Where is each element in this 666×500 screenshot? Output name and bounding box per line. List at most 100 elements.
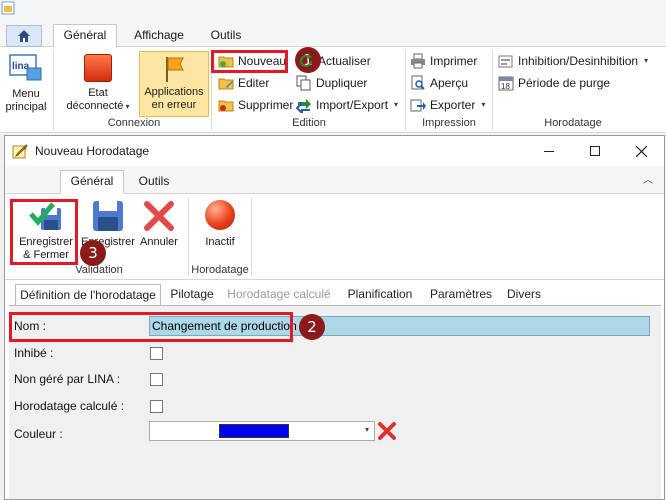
- home-icon: [18, 30, 30, 42]
- supprimer-button[interactable]: Supprimer: [218, 95, 298, 115]
- print-preview-icon: [410, 75, 426, 91]
- annotation-badge-2: 2: [299, 314, 325, 340]
- menu-principal-label-1: Menu: [12, 88, 40, 100]
- applications-en-erreur-button[interactable]: Applications en erreur: [139, 51, 209, 117]
- clear-x-icon: [378, 422, 396, 440]
- supprimer-label: Supprimer: [238, 98, 294, 112]
- cancel-button[interactable]: Annuler: [137, 200, 181, 250]
- inhibition-icon: [498, 53, 514, 69]
- non-gere-checkbox[interactable]: [150, 373, 163, 386]
- inhibition-label: Inhibition/Desinhibition: [518, 54, 639, 68]
- exporter-label: Exporter: [430, 98, 476, 112]
- etat-label-2-row: déconnecté ▾: [60, 100, 136, 113]
- periode-label: Période de purge: [518, 76, 611, 90]
- printer-icon: [410, 53, 426, 69]
- dialog-tab-general[interactable]: Général: [60, 170, 124, 194]
- app-tab-outils[interactable]: Outils: [200, 25, 252, 47]
- couleur-label: Couleur :: [14, 427, 63, 441]
- dropdown-arrow-icon: ▾: [394, 100, 399, 109]
- dialog-tab-outils[interactable]: Outils: [129, 171, 179, 193]
- highlight-nouveau: [211, 50, 288, 73]
- apercu-label: Aperçu: [430, 76, 469, 90]
- non-gere-label: Non géré par LINA :: [14, 372, 121, 386]
- apps-label-1: Applications: [144, 86, 204, 98]
- couleur-select[interactable]: ▾: [149, 421, 375, 441]
- form-tab-definition[interactable]: Définition de l'horodatage: [15, 284, 161, 307]
- form-tab-parametres[interactable]: Paramètres: [425, 284, 497, 306]
- annotation-badge-3: 3: [80, 240, 106, 266]
- group-separator: [53, 50, 54, 130]
- inactif-button[interactable]: Inactif: [191, 200, 249, 250]
- exporter-button[interactable]: Exporter ▾: [410, 95, 490, 115]
- couleur-swatch: [219, 424, 289, 438]
- maximize-icon: [590, 146, 600, 156]
- group-title-edition: Edition: [292, 117, 326, 129]
- actualiser-label: Actualiser: [318, 54, 371, 68]
- edit-folder-icon: [218, 75, 234, 91]
- app-icon: [1, 1, 15, 15]
- group-title-horodatage: Horodatage: [544, 117, 602, 129]
- highlight-nom: [9, 312, 293, 342]
- minimize-icon: [544, 150, 554, 152]
- editer-label: Editer: [238, 76, 270, 90]
- calendar-day: 18: [501, 82, 510, 91]
- cancel-x-icon: [143, 200, 175, 232]
- group-title-horodatage-dialog: Horodatage: [191, 264, 249, 276]
- export-icon: [410, 97, 426, 113]
- app-tab-general[interactable]: Général: [53, 24, 117, 48]
- inhibe-label: Inhibé :: [14, 346, 54, 360]
- import-export-label: Import/Export: [316, 98, 389, 112]
- status-disconnected-icon: [84, 54, 112, 82]
- home-tab[interactable]: [6, 25, 42, 47]
- lina-logo-icon: lina: [9, 54, 43, 84]
- etat-deconnecte-button[interactable]: Etat déconnecté ▾: [60, 54, 136, 116]
- inhibition-button[interactable]: Inhibition/Desinhibition ▾: [498, 51, 648, 71]
- calcule-label: Horodatage calculé :: [14, 399, 125, 413]
- apercu-button[interactable]: Aperçu: [410, 73, 490, 93]
- duplicate-icon: [296, 75, 312, 91]
- form-tab-divers[interactable]: Divers: [499, 284, 549, 306]
- refresh-icon: [298, 53, 314, 69]
- flag-icon: [161, 55, 187, 83]
- etat-label-2: déconnecté: [66, 100, 124, 112]
- dialog-titlebar: Nouveau Horodatage: [5, 136, 664, 166]
- dialog-window: Nouveau Horodatage Général Outils ︿ Enre…: [4, 135, 665, 500]
- inactif-label: Inactif: [205, 236, 235, 248]
- close-button[interactable]: [618, 136, 664, 166]
- calcule-checkbox[interactable]: [150, 400, 163, 413]
- imprimer-label: Imprimer: [430, 54, 478, 68]
- etat-label-1: Etat: [88, 87, 108, 99]
- import-export-button[interactable]: Import/Export ▾: [295, 95, 402, 116]
- save-icon: [92, 200, 124, 232]
- dropdown-arrow-icon: ▾: [365, 425, 370, 434]
- highlight-save-close: [10, 199, 78, 265]
- form-tab-pilotage[interactable]: Pilotage: [163, 284, 221, 306]
- menu-principal-label-2: principal: [5, 101, 47, 113]
- group-title-connexion: Connexion: [107, 117, 161, 129]
- apps-label-2: en erreur: [151, 99, 197, 111]
- app-tab-affichage[interactable]: Affichage: [124, 25, 194, 47]
- form-tabstrip: Définition de l'horodatage Pilotage Horo…: [9, 284, 661, 307]
- dupliquer-button[interactable]: Dupliquer: [296, 73, 396, 93]
- imprimer-button[interactable]: Imprimer: [410, 51, 490, 71]
- dialog-title: Nouveau Horodatage: [35, 144, 150, 158]
- cancel-label: Annuler: [140, 236, 178, 248]
- collapse-ribbon-button[interactable]: ︿: [641, 174, 655, 188]
- maximize-button[interactable]: [572, 136, 618, 166]
- inactive-status-icon: [205, 200, 235, 230]
- minimize-button[interactable]: [526, 136, 572, 166]
- actualiser-button[interactable]: Actualiser: [318, 51, 398, 71]
- calendar-icon: 18: [498, 75, 514, 91]
- form-tab-planification[interactable]: Planification: [337, 284, 423, 306]
- periode-purge-button[interactable]: 18 Période de purge: [498, 73, 638, 93]
- dupliquer-label: Dupliquer: [316, 76, 368, 90]
- dropdown-arrow-icon: ▾: [125, 102, 130, 111]
- dropdown-arrow-icon: ▾: [481, 100, 486, 109]
- import-export-icon: [295, 97, 312, 116]
- group-separator: [251, 198, 252, 276]
- menu-principal-button[interactable]: lina Menu principal: [2, 54, 50, 116]
- dropdown-arrow-icon: ▾: [644, 56, 649, 65]
- editer-button[interactable]: Editer: [218, 73, 298, 93]
- inhibe-checkbox[interactable]: [150, 347, 163, 360]
- clear-color-button[interactable]: [377, 421, 397, 441]
